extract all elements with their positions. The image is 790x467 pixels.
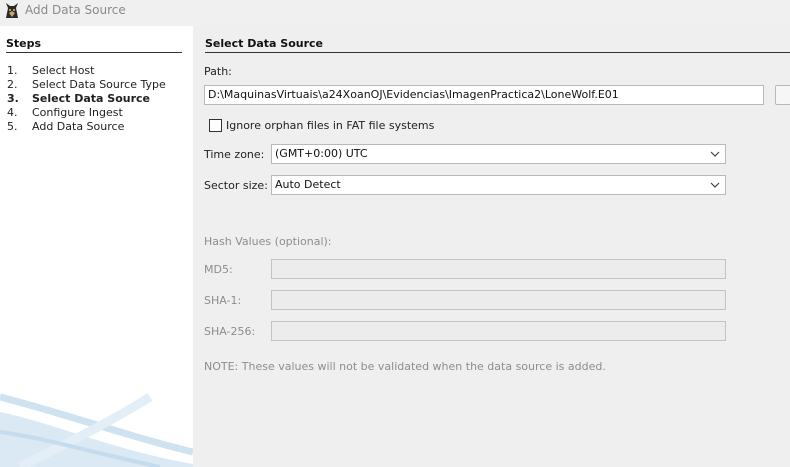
step-number: 4. <box>7 106 18 119</box>
sector-size-label: Sector size: <box>204 179 268 192</box>
ignore-orphan-checkbox[interactable] <box>209 119 222 132</box>
path-input[interactable]: D:\MaquinasVirtuais\a24XoanOJ\Evidencias… <box>204 85 764 105</box>
step-item: 3. Select Data Source <box>7 92 166 106</box>
autopsy-dog-icon <box>3 2 21 20</box>
path-label: Path: <box>204 65 232 78</box>
title-bar: Add Data Source <box>0 0 790 24</box>
step-label: Select Host <box>32 64 95 77</box>
sha256-label: SHA-256: <box>204 325 256 338</box>
step-label: Configure Ingest <box>32 106 123 119</box>
hash-values-label: Hash Values (optional): <box>204 235 332 248</box>
timezone-label: Time zone: <box>204 148 265 161</box>
select-data-source-panel: Select Data Source Path: D:\MaquinasVirt… <box>193 26 790 467</box>
ignore-orphan-label: Ignore orphan files in FAT file systems <box>226 119 435 132</box>
window-title: Add Data Source <box>25 3 126 17</box>
step-item: 1. Select Host <box>7 64 166 78</box>
steps-list: 1. Select Host 2. Select Data Source Type 3.… <box>7 64 166 134</box>
sha256-input[interactable] <box>271 321 726 341</box>
sector-size-select[interactable]: Auto Detect <box>271 175 726 195</box>
step-label: Add Data Source <box>32 120 125 133</box>
chevron-down-icon <box>710 182 720 188</box>
md5-input[interactable] <box>271 259 726 279</box>
step-item: 2. Select Data Source Type <box>7 78 166 92</box>
chevron-down-icon <box>710 151 720 157</box>
step-number: 1. <box>7 64 18 77</box>
steps-panel: Steps 1. Select Host 2. Select Data Source … <box>0 26 193 467</box>
step-label: Select Data Source Type <box>32 78 166 91</box>
step-label: Select Data Source <box>32 92 151 105</box>
browse-button[interactable] <box>775 85 790 105</box>
steps-divider <box>6 52 182 53</box>
steps-heading: Steps <box>6 37 42 50</box>
sha1-input[interactable] <box>271 290 726 310</box>
timezone-select[interactable]: (GMT+0:00) UTC <box>271 144 726 164</box>
step-number: 3. <box>7 92 19 105</box>
section-divider <box>205 52 790 53</box>
sector-size-value: Auto Detect <box>275 178 341 191</box>
timezone-value: (GMT+0:00) UTC <box>275 147 368 160</box>
step-number: 2. <box>7 78 18 91</box>
sha1-label: SHA-1: <box>204 294 242 307</box>
step-item: 4. Configure Ingest <box>7 106 166 120</box>
step-number: 5. <box>7 120 18 133</box>
md5-label: MD5: <box>204 263 233 276</box>
step-item: 5. Add Data Source <box>7 120 166 134</box>
section-title: Select Data Source <box>205 37 324 50</box>
hash-note: NOTE: These values will not be validated… <box>204 360 606 373</box>
decorative-swoosh <box>0 393 193 467</box>
